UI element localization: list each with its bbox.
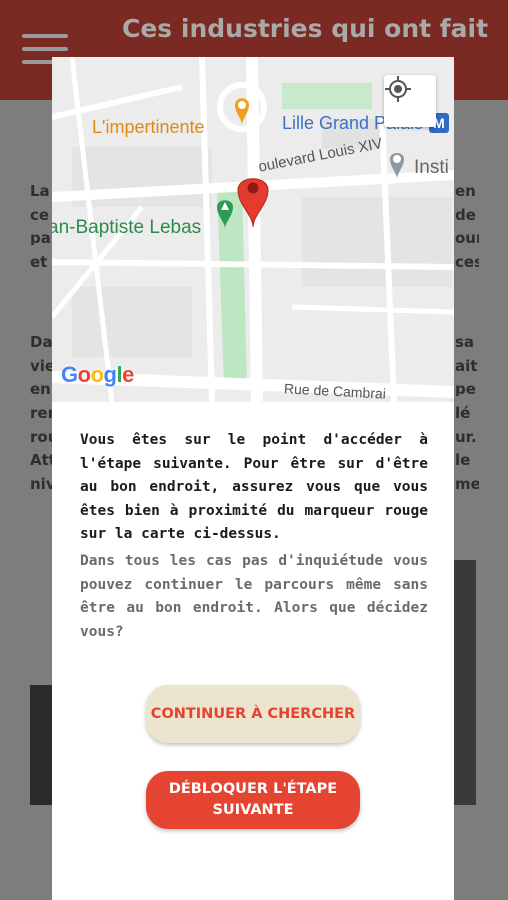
dialog-message-secondary: Dans tous les cas pas d'inquiétude vous … xyxy=(80,553,428,640)
google-logo: Google xyxy=(61,362,134,387)
map-label-institution: Insti xyxy=(414,157,449,178)
background-text-fragment: pe xyxy=(455,380,476,396)
map-view[interactable]: L'impertinente Lille Grand Palais M oule… xyxy=(52,57,454,402)
background-text-fragment: en xyxy=(30,380,51,396)
background-photo xyxy=(454,560,476,805)
dialog-message-primary: Vous êtes sur le point d'accéder à l'éta… xyxy=(80,432,428,542)
background-text-fragment: de xyxy=(455,206,476,222)
background-text-fragment: ur. xyxy=(455,428,477,444)
background-text-fragment: lé xyxy=(455,404,471,420)
background-text-fragment: Att xyxy=(30,451,52,467)
my-location-icon xyxy=(385,76,411,102)
background-text-fragment: sa xyxy=(455,333,475,349)
map-label-restaurant: L'impertinente xyxy=(92,117,205,137)
background-text-fragment: vie xyxy=(30,357,52,373)
background-text-fragment: ces xyxy=(455,253,479,269)
background-text-fragment: ait xyxy=(455,357,478,373)
background-text-fragment: rou xyxy=(30,428,52,444)
background-text-fragment: et xyxy=(30,253,48,269)
continue-searching-button[interactable]: CONTINUER À CHERCHER xyxy=(146,685,360,743)
background-text-fragment: niv xyxy=(30,475,52,491)
background-text-fragment: our xyxy=(455,229,479,245)
background-text-fragment: le xyxy=(455,451,471,467)
my-location-button[interactable] xyxy=(384,75,436,127)
background-text-fragment: La xyxy=(30,182,50,198)
background-text-fragment: ce xyxy=(30,206,50,222)
app-title: Ces industries qui ont fait xyxy=(122,14,489,43)
background-text-fragment: en xyxy=(455,182,476,198)
unlock-next-step-button[interactable]: DÉBLOQUER L'ÉTAPE SUIVANTE xyxy=(146,771,360,829)
map-label-park: an-Baptiste Lebas xyxy=(52,217,202,238)
background-text-fragment: me xyxy=(455,475,479,491)
location-dialog: L'impertinente Lille Grand Palais M oule… xyxy=(52,57,454,900)
background-text-fragment: pa xyxy=(30,229,51,245)
background-text-fragment: ren xyxy=(30,404,52,420)
background-text-fragment: Da xyxy=(30,333,52,349)
